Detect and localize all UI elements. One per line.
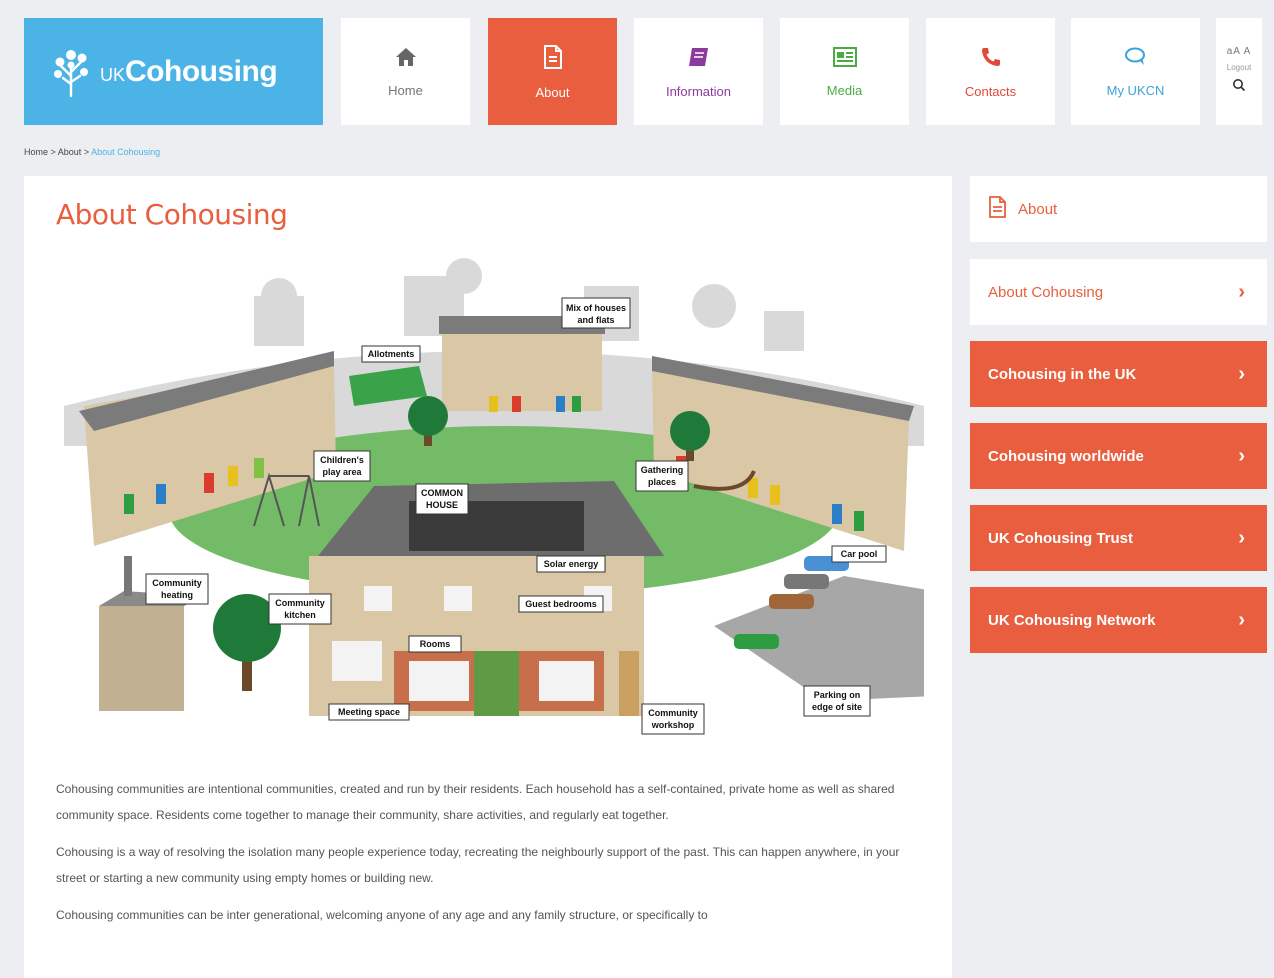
chat-icon xyxy=(1123,46,1149,73)
label-common-house-1: COMMON xyxy=(421,488,463,498)
site-header: UKCohousing Home About Information Media… xyxy=(0,0,1274,140)
sidebar-item-label: Cohousing worldwide xyxy=(988,447,1144,465)
sidebar: About About Cohousing › Cohousing in the… xyxy=(970,176,1267,669)
text-size-toggle[interactable]: aA A xyxy=(1227,46,1252,57)
chevron-right-icon: › xyxy=(1238,608,1245,631)
breadcrumb-separator: > xyxy=(48,147,58,157)
label-community-heating-2: heating xyxy=(161,590,193,600)
label-allotments: Allotments xyxy=(368,349,415,359)
sidebar-item-label: UK Cohousing Trust xyxy=(988,529,1133,547)
chevron-right-icon: › xyxy=(1238,444,1245,467)
cohousing-illustration: Mix of houses and flats Allotments Child… xyxy=(64,258,924,735)
media-icon xyxy=(832,46,858,73)
chevron-right-icon: › xyxy=(1238,526,1245,549)
body-paragraph: Cohousing communities can be inter gener… xyxy=(56,908,708,922)
tree-logo-icon xyxy=(52,46,90,98)
nav-my-ukcn[interactable]: My UKCN xyxy=(1071,18,1200,125)
label-common-house-2: HOUSE xyxy=(426,500,458,510)
chevron-right-icon: › xyxy=(1238,280,1245,303)
label-gathering-2: places xyxy=(648,477,676,487)
chevron-right-icon: › xyxy=(1238,362,1245,385)
nav-contacts-label: Contacts xyxy=(964,83,1017,99)
nav-media-label: Media xyxy=(826,82,863,98)
nav-home[interactable]: Home xyxy=(341,18,470,125)
sidebar-item-label: Cohousing in the UK xyxy=(988,365,1137,383)
label-childrens-play-2: play area xyxy=(322,467,362,477)
breadcrumb-current: About Cohousing xyxy=(91,147,161,157)
main-content: About Cohousing Mix of houses and flats … xyxy=(24,176,952,978)
label-gathering-1: Gathering xyxy=(641,465,684,475)
sidebar-heading-label: About xyxy=(1018,200,1058,218)
body-paragraph: Cohousing is a way of resolving the isol… xyxy=(56,845,900,885)
nav-my-ukcn-label: My UKCN xyxy=(1106,82,1165,98)
nav-information-label: Information xyxy=(665,83,732,99)
home-icon xyxy=(394,46,418,73)
label-community-kitchen-2: kitchen xyxy=(284,610,316,620)
breadcrumb-home[interactable]: Home xyxy=(24,147,48,157)
nav-about[interactable]: About xyxy=(488,18,617,125)
nav-about-label: About xyxy=(535,84,570,100)
book-icon xyxy=(686,45,712,74)
label-rooms: Rooms xyxy=(420,639,451,649)
sidebar-heading: About xyxy=(970,176,1267,242)
sidebar-item-about-cohousing[interactable]: About Cohousing › xyxy=(970,259,1267,325)
sidebar-item-label: UK Cohousing Network xyxy=(988,611,1156,629)
nav-home-label: Home xyxy=(388,82,423,98)
label-meeting-space: Meeting space xyxy=(338,707,400,717)
sidebar-item-cohousing-in-the-uk[interactable]: Cohousing in the UK › xyxy=(970,341,1267,407)
label-community-heating-1: Community xyxy=(152,578,202,588)
label-parking-2: edge of site xyxy=(812,702,862,712)
page-title: About Cohousing xyxy=(56,198,288,231)
label-car-pool: Car pool xyxy=(841,549,878,559)
label-guest-bedrooms: Guest bedrooms xyxy=(525,599,597,609)
breadcrumb-separator: > xyxy=(81,147,92,157)
utility-panel: aA A Logout xyxy=(1216,18,1262,125)
body-paragraph: Cohousing communities are intentional co… xyxy=(56,782,895,822)
logout-link[interactable]: Logout xyxy=(1227,63,1251,72)
site-logo[interactable]: UKCohousing xyxy=(24,18,323,125)
phone-icon xyxy=(979,45,1003,74)
sidebar-item-uk-cohousing-trust[interactable]: UK Cohousing Trust › xyxy=(970,505,1267,571)
logo-text: UKCohousing xyxy=(100,54,278,88)
label-workshop-2: workshop xyxy=(651,720,695,730)
label-mix-houses-2: and flats xyxy=(577,315,614,325)
label-parking-1: Parking on xyxy=(814,690,861,700)
document-icon xyxy=(542,44,564,75)
document-icon xyxy=(988,195,1008,223)
breadcrumb-about[interactable]: About xyxy=(58,147,82,157)
sidebar-item-uk-cohousing-network[interactable]: UK Cohousing Network › xyxy=(970,587,1267,653)
label-workshop-1: Community xyxy=(648,708,698,718)
sidebar-item-cohousing-worldwide[interactable]: Cohousing worldwide › xyxy=(970,423,1267,489)
label-community-kitchen-1: Community xyxy=(275,598,325,608)
nav-contacts[interactable]: Contacts xyxy=(926,18,1055,125)
label-childrens-play-1: Children's xyxy=(320,455,364,465)
sidebar-item-label: About Cohousing xyxy=(988,283,1104,301)
label-mix-houses-1: Mix of houses xyxy=(566,303,626,313)
article-body: Cohousing communities are intentional co… xyxy=(56,776,916,939)
nav-information[interactable]: Information xyxy=(634,18,763,125)
nav-media[interactable]: Media xyxy=(780,18,909,125)
breadcrumb: Home > About > About Cohousing xyxy=(24,147,160,157)
search-icon[interactable] xyxy=(1232,78,1246,97)
label-solar: Solar energy xyxy=(544,559,599,569)
